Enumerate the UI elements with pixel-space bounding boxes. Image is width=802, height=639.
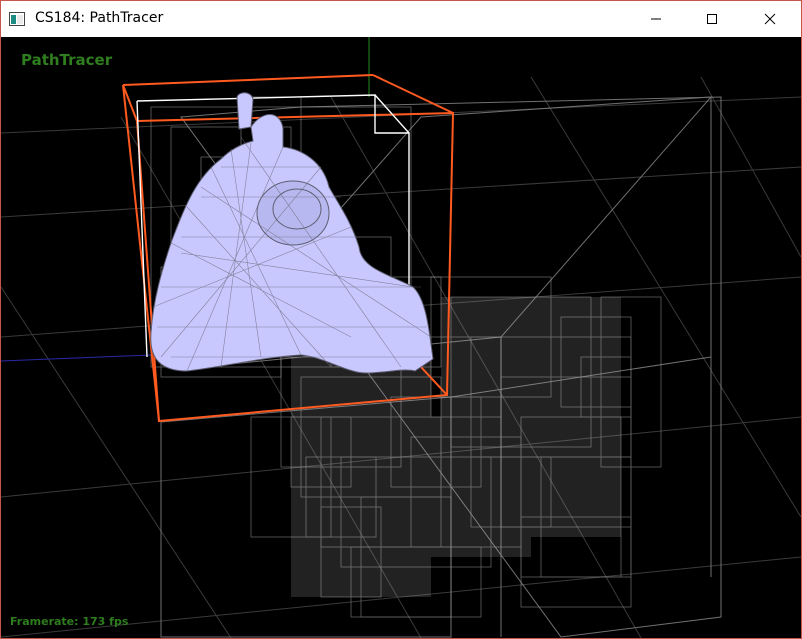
minimize-button[interactable] [633,1,679,37]
x-axis-line [1,354,152,362]
mesh-geometry [150,92,434,374]
title-bar[interactable]: CS184: PathTracer [1,1,801,37]
close-icon [764,13,776,25]
maximize-icon [706,13,718,25]
app-window-icon [9,11,25,26]
bvh-scene [1,37,801,638]
maximize-button[interactable] [689,1,735,37]
overlay-app-title: PathTracer [21,51,113,69]
render-viewport[interactable]: PathTracer Framerate: 173 fps [1,37,801,638]
minimize-icon [650,13,662,25]
window-title: CS184: PathTracer [35,10,164,26]
framerate-readout: Framerate: 173 fps [10,615,129,628]
close-button[interactable] [747,1,793,37]
app-window: CS184: PathTracer PathTracer Framerate: … [0,0,802,639]
